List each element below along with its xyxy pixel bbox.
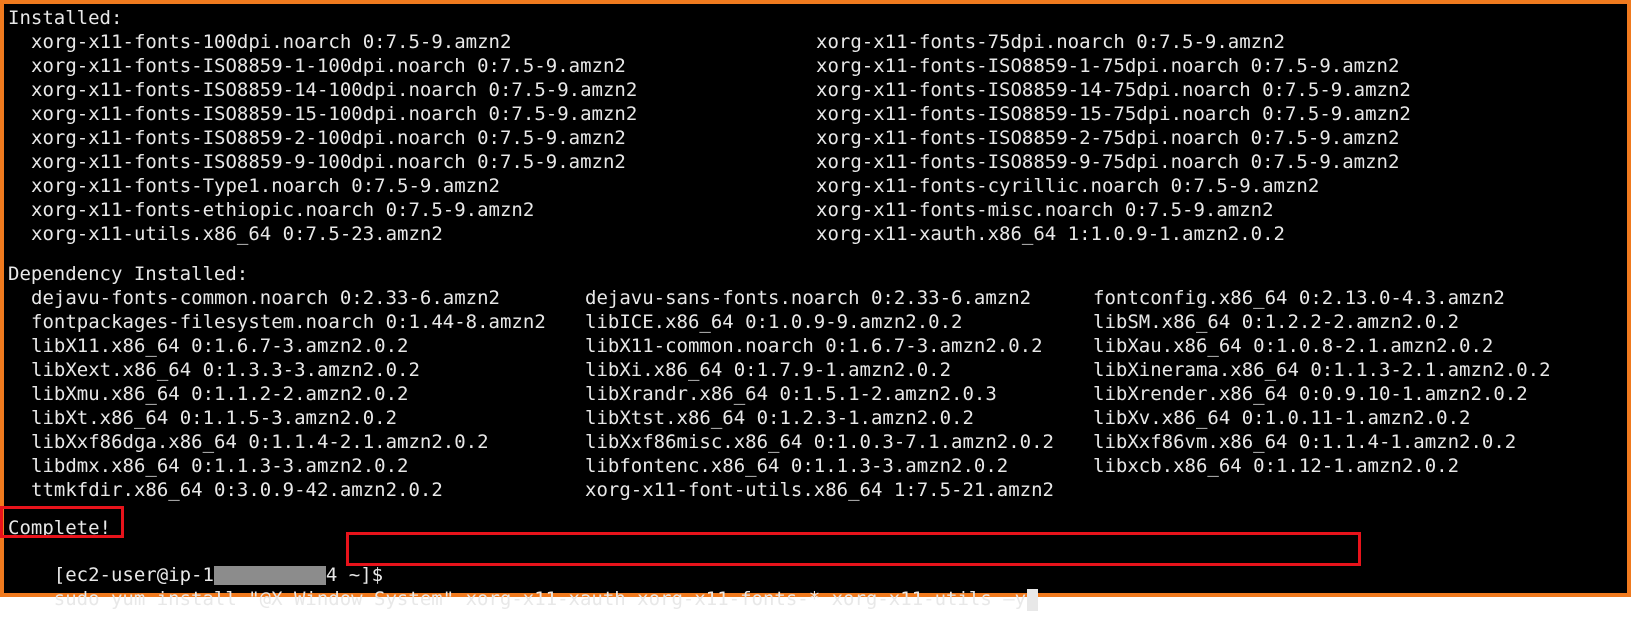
package-line: xorg-x11-fonts-ISO8859-15-100dpi.noarch …	[31, 103, 638, 125]
package-line: xorg-x11-fonts-ISO8859-9-75dpi.noarch 0:…	[816, 151, 1400, 173]
package-line: libXau.x86_64 0:1.0.8-2.1.amzn2.0.2	[1093, 335, 1494, 357]
package-line: dejavu-fonts-common.noarch 0:2.33-6.amzn…	[31, 287, 500, 309]
command-highlight-box	[346, 532, 1361, 566]
package-line: fontconfig.x86_64 0:2.13.0-4.3.amzn2	[1093, 287, 1505, 309]
package-line: xorg-x11-utils.x86_64 0:7.5-23.amzn2	[31, 223, 443, 245]
installed-header: Installed:	[8, 7, 123, 29]
package-line: libX11.x86_64 0:1.6.7-3.amzn2.0.2	[31, 335, 409, 357]
package-line: xorg-x11-fonts-ISO8859-1-75dpi.noarch 0:…	[816, 55, 1400, 77]
package-line: libXv.x86_64 0:1.0.11-1.amzn2.0.2	[1093, 407, 1471, 429]
command-text: sudo yum install "@X Window System" xorg…	[53, 588, 1027, 610]
package-line: libXtst.x86_64 0:1.2.3-1.amzn2.0.2	[585, 407, 974, 429]
package-line: dejavu-sans-fonts.noarch 0:2.33-6.amzn2	[585, 287, 1032, 309]
package-line: libXmu.x86_64 0:1.1.2-2.amzn2.0.2	[31, 383, 409, 405]
package-line: libXext.x86_64 0:1.3.3-3.amzn2.0.2	[31, 359, 420, 381]
package-line: fontpackages-filesystem.noarch 0:1.44-8.…	[31, 311, 546, 333]
package-line: xorg-x11-fonts-ISO8859-14-75dpi.noarch 0…	[816, 79, 1411, 101]
package-line: xorg-x11-fonts-ISO8859-2-100dpi.noarch 0…	[31, 127, 626, 149]
prompt-suffix: 4 ~]$	[325, 564, 384, 586]
redacted-ip	[213, 566, 326, 585]
package-line: xorg-x11-font-utils.x86_64 1:7.5-21.amzn…	[585, 479, 1054, 501]
package-line: xorg-x11-fonts-ISO8859-2-75dpi.noarch 0:…	[816, 127, 1400, 149]
package-line: libxcb.x86_64 0:1.12-1.amzn2.0.2	[1093, 455, 1460, 477]
command-input[interactable]: sudo yum install "@X Window System" xorg…	[53, 588, 1039, 611]
package-line: xorg-x11-fonts-ISO8859-1-100dpi.noarch 0…	[31, 55, 626, 77]
package-line: xorg-x11-fonts-100dpi.noarch 0:7.5-9.amz…	[31, 31, 512, 53]
cursor-block	[1027, 588, 1039, 611]
dependency-header: Dependency Installed:	[8, 263, 249, 285]
package-line: xorg-x11-fonts-misc.noarch 0:7.5-9.amzn2	[816, 199, 1274, 221]
package-line: libXi.x86_64 0:1.7.9-1.amzn2.0.2	[585, 359, 952, 381]
package-line: libdmx.x86_64 0:1.1.3-3.amzn2.0.2	[31, 455, 409, 477]
package-line: xorg-x11-fonts-ISO8859-15-75dpi.noarch 0…	[816, 103, 1411, 125]
package-line: libSM.x86_64 0:1.2.2-2.amzn2.0.2	[1093, 311, 1460, 333]
package-line: libX11-common.noarch 0:1.6.7-3.amzn2.0.2	[585, 335, 1043, 357]
package-line: libfontenc.x86_64 0:1.1.3-3.amzn2.0.2	[585, 455, 1009, 477]
package-line: libXrandr.x86_64 0:1.5.1-2.amzn2.0.3	[585, 383, 997, 405]
package-line: xorg-x11-fonts-ISO8859-9-100dpi.noarch 0…	[31, 151, 626, 173]
package-line: xorg-x11-fonts-Type1.noarch 0:7.5-9.amzn…	[31, 175, 500, 197]
package-line: xorg-x11-xauth.x86_64 1:1.0.9-1.amzn2.0.…	[816, 223, 1285, 245]
package-line: xorg-x11-fonts-ethiopic.noarch 0:7.5-9.a…	[31, 199, 535, 221]
package-line: libXinerama.x86_64 0:1.1.3-2.1.amzn2.0.2	[1093, 359, 1551, 381]
package-line: xorg-x11-fonts-cyrillic.noarch 0:7.5-9.a…	[816, 175, 1320, 197]
complete-highlight-box	[0, 506, 124, 538]
package-line: libXt.x86_64 0:1.1.5-3.amzn2.0.2	[31, 407, 398, 429]
package-line: libXrender.x86_64 0:0.9.10-1.amzn2.0.2	[1093, 383, 1528, 405]
package-line: libXxf86vm.x86_64 0:1.1.4-1.amzn2.0.2	[1093, 431, 1517, 453]
package-line: libXxf86dga.x86_64 0:1.1.4-2.1.amzn2.0.2	[31, 431, 489, 453]
package-line: libICE.x86_64 0:1.0.9-9.amzn2.0.2	[585, 311, 963, 333]
prompt-prefix: [ec2-user@ip-1	[53, 564, 214, 586]
package-line: xorg-x11-fonts-75dpi.noarch 0:7.5-9.amzn…	[816, 31, 1285, 53]
package-line: ttmkfdir.x86_64 0:3.0.9-42.amzn2.0.2	[31, 479, 443, 501]
package-line: xorg-x11-fonts-ISO8859-14-100dpi.noarch …	[31, 79, 638, 101]
terminal-window[interactable]: Installed: xorg-x11-fonts-100dpi.noarch …	[0, 0, 1631, 611]
package-line: libXxf86misc.x86_64 0:1.0.3-7.1.amzn2.0.…	[585, 431, 1054, 453]
